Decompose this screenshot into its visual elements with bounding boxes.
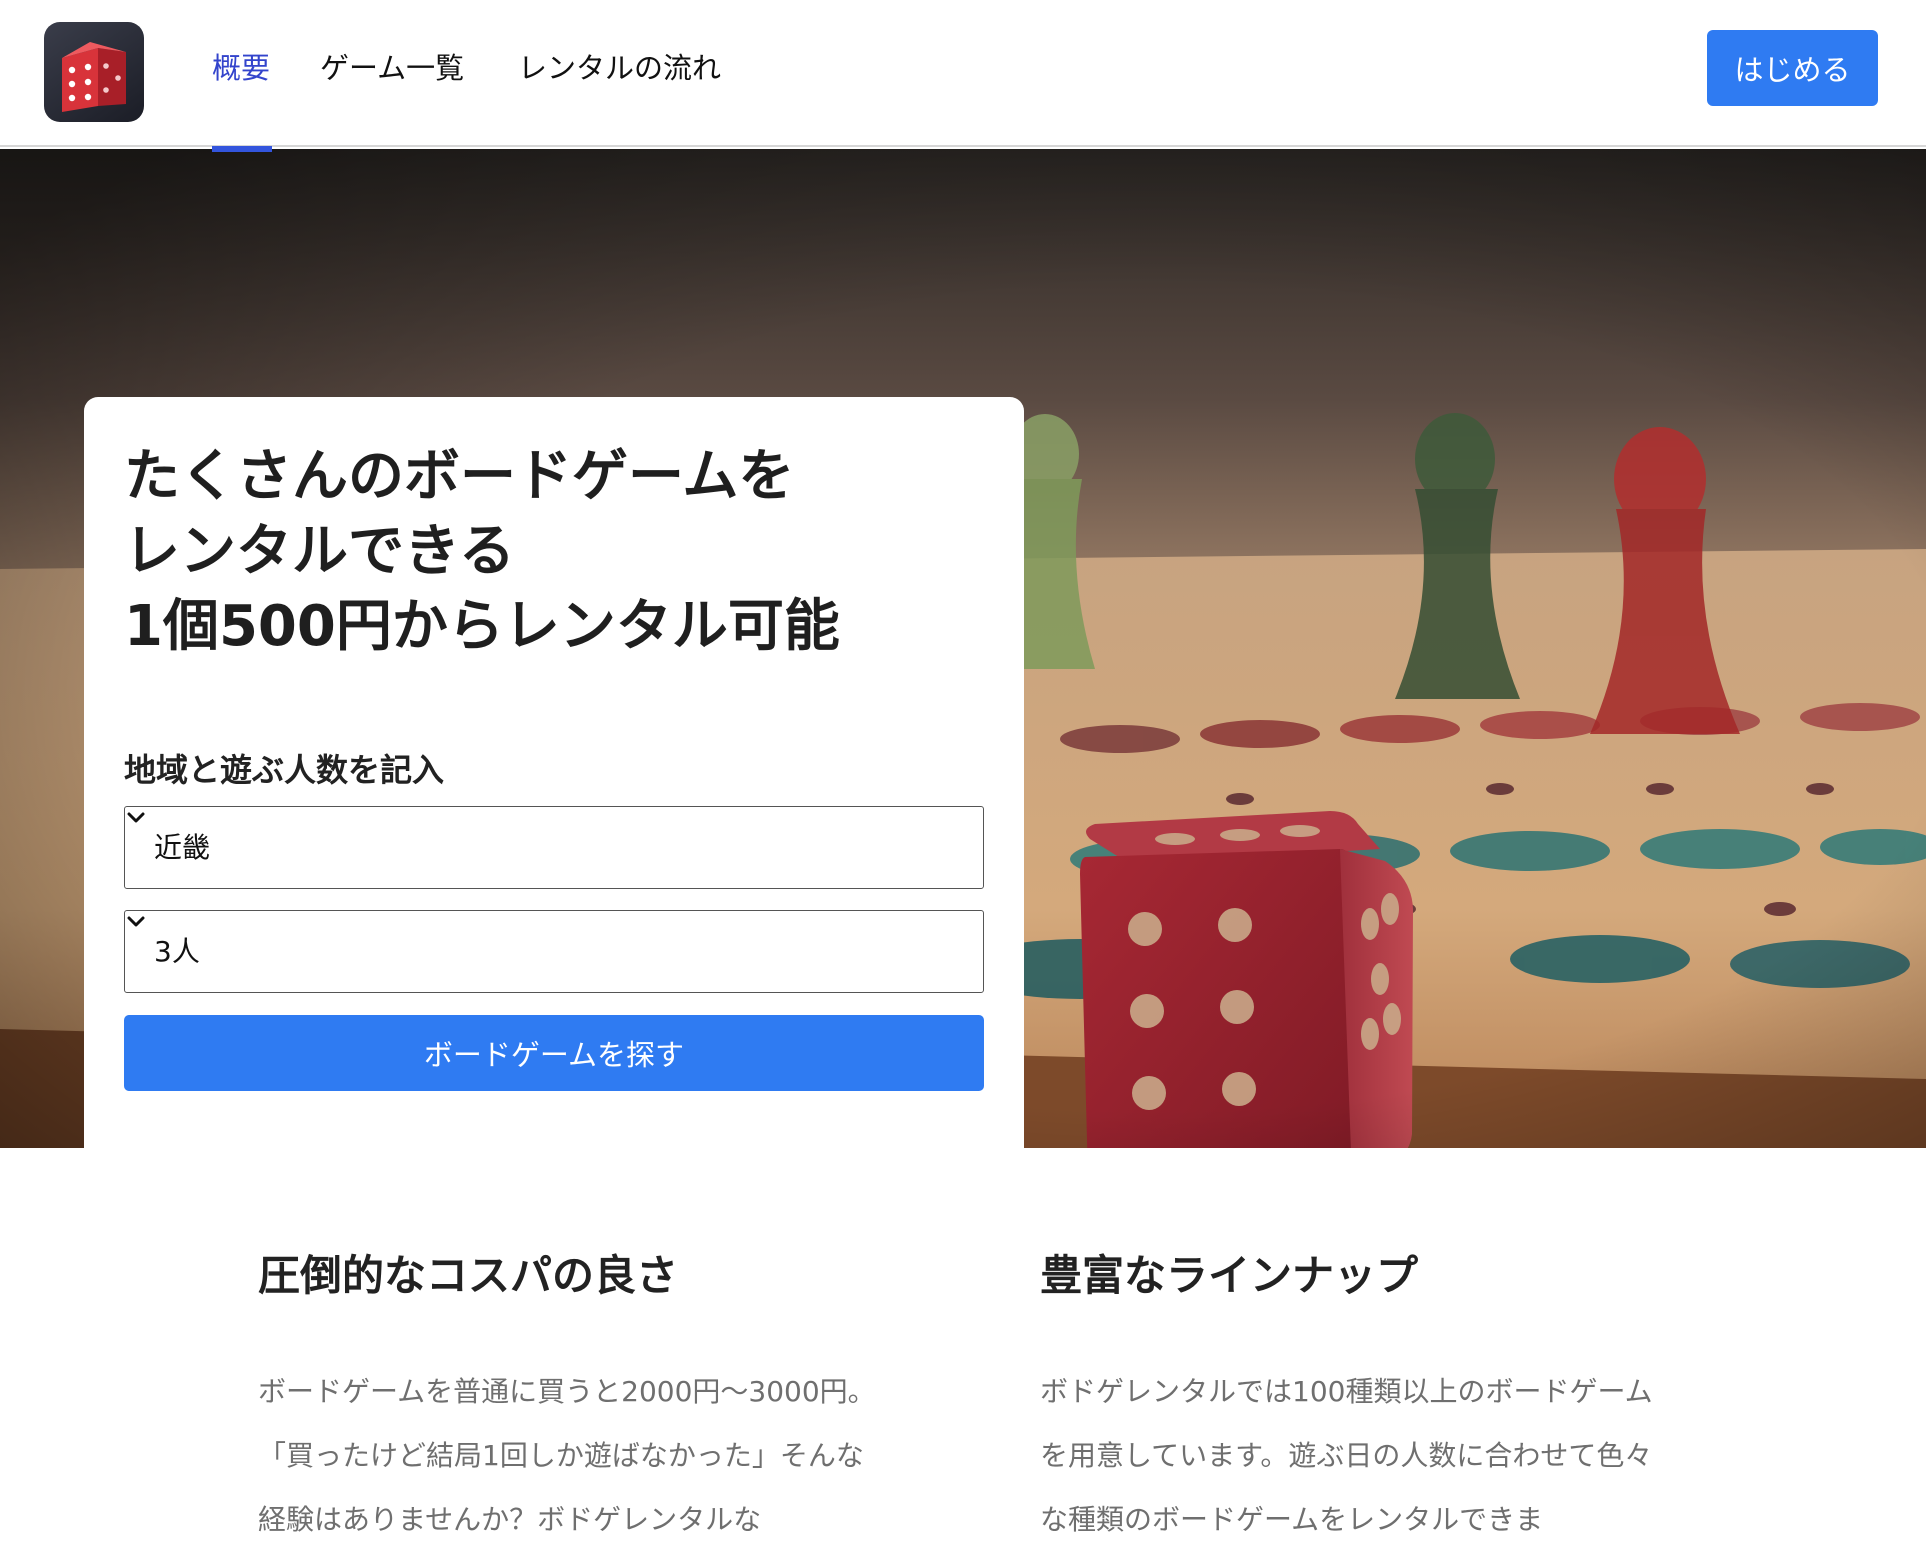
nav-overview[interactable]: 概要 (212, 48, 270, 88)
search-board-games-button[interactable]: ボードゲームを探す (124, 1015, 984, 1091)
feature-title: 圧倒的なコスパの良さ (258, 1251, 679, 1300)
nav-rental-flow[interactable]: レンタルの流れ (518, 48, 721, 88)
nav-game-list[interactable]: ゲーム一覧 (320, 48, 464, 88)
site-header: 概要 ゲーム一覧 レンタルの流れ はじめる (0, 0, 1926, 147)
start-button[interactable]: はじめる (1707, 30, 1878, 106)
feature-text: ボードゲームを普通に買うと2000円〜3000円。「買ったけど結局1回しか遊ばな… (258, 1375, 876, 1536)
hero-section: たくさんのボードゲームを レンタルできる 1個500円からレンタル可能 地域と遊… (0, 149, 1926, 1148)
feature-lineup: 豊富なラインナップ ボドゲレンタルでは100種類以上のボードゲームを用意していま… (1040, 1248, 1680, 1552)
hero-title-line-1: たくさんのボードゲームを (124, 444, 795, 509)
region-select[interactable]: 近畿 (124, 806, 984, 889)
nav-active-indicator (212, 146, 272, 152)
form-label: 地域と遊ぶ人数を記入 (124, 751, 445, 789)
search-card: たくさんのボードゲームを レンタルできる 1個500円からレンタル可能 地域と遊… (84, 397, 1024, 1148)
region-select-value: 近畿 (154, 831, 211, 864)
hero-title-line-3: 1個500円からレンタル可能 (124, 594, 840, 659)
red-dice-icon[interactable] (44, 22, 144, 122)
people-count-select-value: 3人 (154, 935, 200, 968)
hero-title-line-2: レンタルできる (124, 519, 515, 584)
people-count-select[interactable]: 3人 (124, 910, 984, 993)
feature-text: ボドゲレンタルでは100種類以上のボードゲームを用意しています。遊ぶ日の人数に合… (1040, 1375, 1653, 1536)
feature-cost-performance: 圧倒的なコスパの良さ ボードゲームを普通に買うと2000円〜3000円。「買った… (258, 1248, 898, 1552)
chevron-down-icon (127, 916, 145, 927)
feature-title: 豊富なラインナップ (1040, 1251, 1419, 1300)
chevron-down-icon (127, 812, 145, 823)
hero-title: たくさんのボードゲームを レンタルできる 1個500円からレンタル可能 (124, 439, 984, 664)
